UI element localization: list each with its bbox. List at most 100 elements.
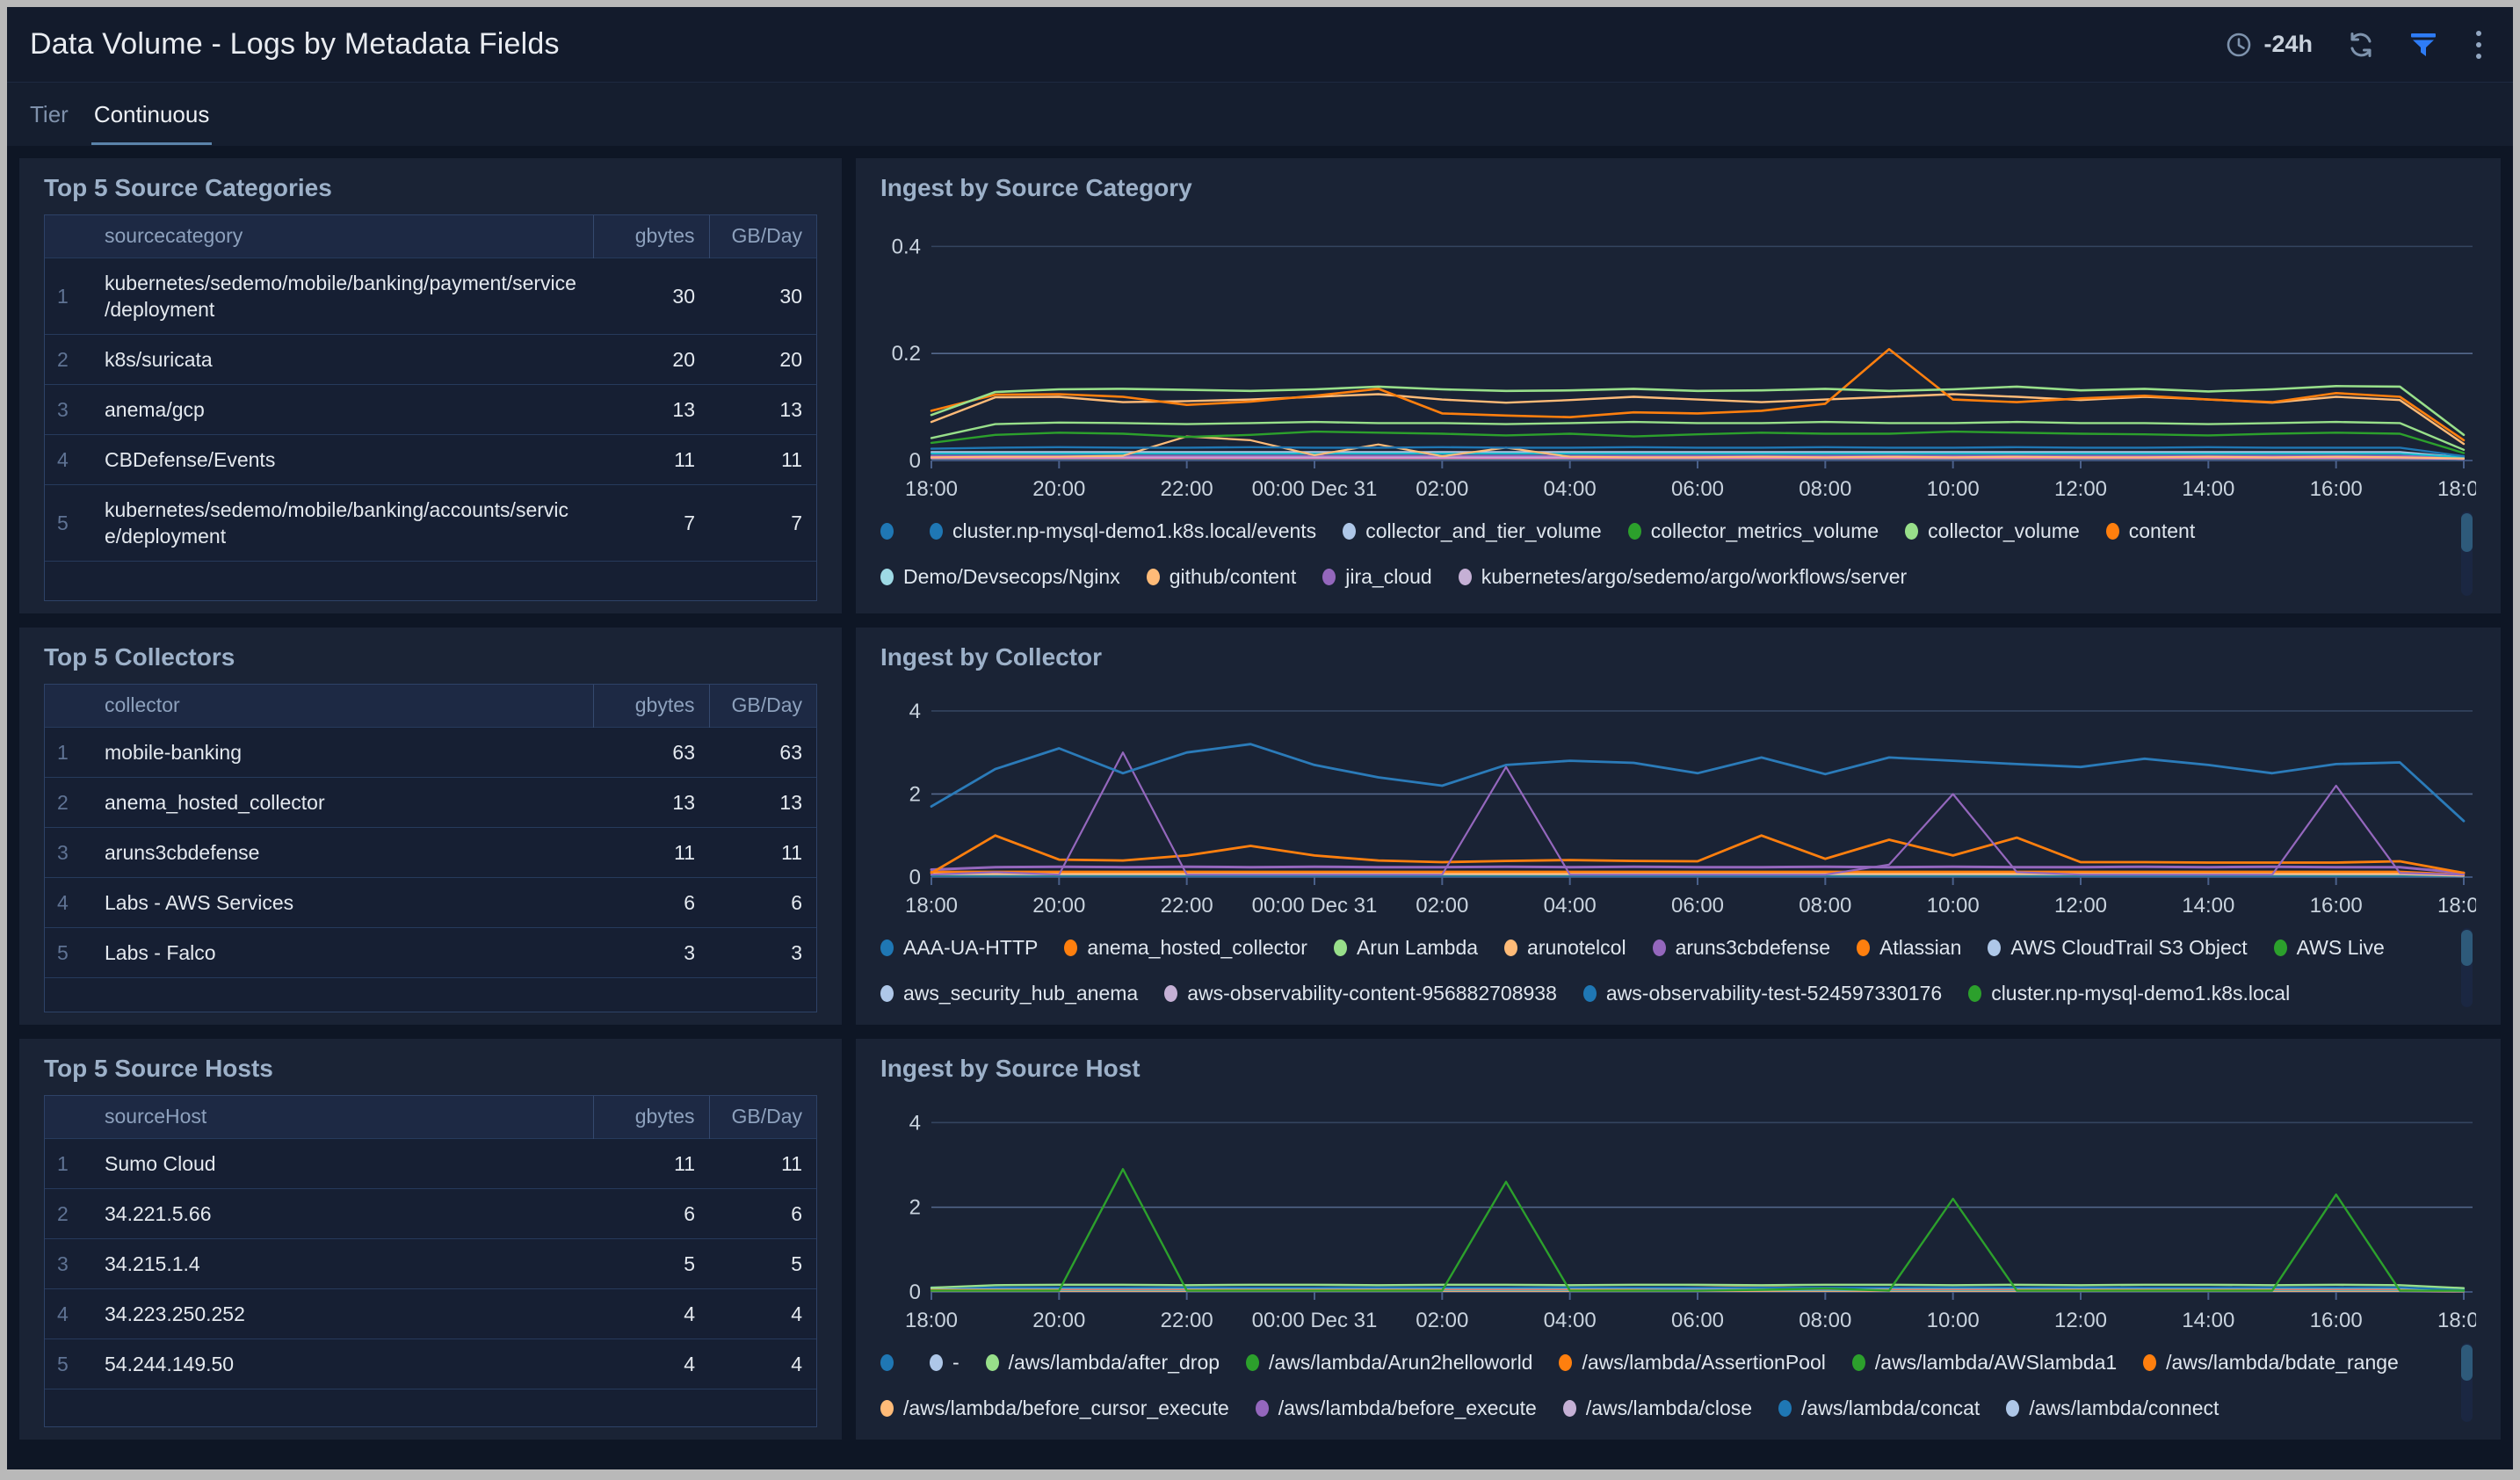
legend-label: aws-observability-test-524597330176 <box>1605 981 1943 1005</box>
legend-item[interactable] <box>880 508 903 554</box>
row-name: mobile-banking <box>91 726 593 777</box>
row-value: 3 <box>593 926 709 977</box>
table-row[interactable]: 3 34.215.1.4 5 5 <box>45 1237 816 1288</box>
table-row[interactable]: 5 kubernetes/sedemo/mobile/banking/accoun… <box>45 483 816 561</box>
legend-item[interactable]: kubernetes/argo/sedemo/argo/workflows/se… <box>1458 554 1907 599</box>
legend-item[interactable]: cluster.np-mysql-demo1.k8s.local <box>1968 970 2290 1012</box>
table-row[interactable]: 1 Sumo Cloud 11 11 <box>45 1137 816 1188</box>
table-row[interactable]: 1 mobile-banking 63 63 <box>45 726 816 777</box>
table-row[interactable]: 4 CBDefense/Events 11 11 <box>45 433 816 484</box>
row-name: anema/gcp <box>91 383 593 434</box>
filter-button[interactable] <box>2409 32 2437 58</box>
table-row[interactable]: 1 kubernetes/sedemo/mobile/banking/paymen… <box>45 257 816 334</box>
table-row[interactable]: 2 34.221.5.66 6 6 <box>45 1187 816 1238</box>
source-category-chart[interactable]: 18:00 20:00 22:00 00:00 Dec 31 02:00 04:00 06:… <box>880 214 2476 504</box>
legend-item[interactable]: collector_and_tier_volume <box>1343 508 1602 554</box>
more-options-button[interactable] <box>2471 27 2487 62</box>
legend-label: /aws/lambda/bdate_range <box>2166 1350 2399 1374</box>
column-header[interactable]: gbytes <box>592 215 709 258</box>
legend-scrollbar[interactable] <box>2461 1343 2473 1422</box>
legend-item[interactable]: /aws/lambda/close <box>1562 1385 1752 1427</box>
svg-text:2: 2 <box>909 1196 921 1220</box>
panel-ingest-by-collector: Ingest by Collector 18:00 20:00 22:00 00:00… <box>856 628 2501 1025</box>
legend-item[interactable]: /aws/lambda/before_execute <box>1255 1385 1537 1427</box>
refresh-icon <box>2350 32 2372 57</box>
legend-item[interactable]: AWS CloudTrail S3 Object <box>1988 925 2248 970</box>
table-row[interactable]: 5 54.244.149.50 4 4 <box>45 1338 816 1389</box>
tab-tier[interactable]: Tier <box>30 101 69 128</box>
column-header[interactable]: gbytes <box>592 1096 709 1138</box>
column-header[interactable] <box>45 1096 91 1138</box>
column-header[interactable]: sourceHost <box>91 1096 593 1138</box>
source-host-chart[interactable]: 18:00 20:00 22:00 00:00 Dec 31 02:00 04:00 06:… <box>880 1095 2476 1336</box>
legend-item[interactable]: /aws/lambda/concat <box>1778 1385 1980 1427</box>
row-name: Labs - Falco <box>91 926 593 977</box>
legend-item[interactable]: /aws/lambda/AWSlambda1 <box>1851 1339 2117 1385</box>
legend-item[interactable]: /aws/lambda/AssertionPool <box>1559 1339 1826 1385</box>
legend-item[interactable]: aws_security_hub_anema <box>880 970 1138 1012</box>
collector-chart[interactable]: 18:00 20:00 22:00 00:00 Dec 31 02:00 04:00 06:… <box>880 684 2476 921</box>
row-value: 13 <box>709 383 816 434</box>
legend-item[interactable]: AAA-UA-HTTP <box>880 925 1038 970</box>
legend-item[interactable]: - <box>930 1339 959 1385</box>
tab-continuous[interactable]: Continuous <box>91 101 213 145</box>
legend-item[interactable]: Atlassian <box>1857 925 1961 970</box>
legend-scrollbar-thumb[interactable] <box>2461 1345 2473 1382</box>
legend-item[interactable]: github/content <box>1146 554 1296 599</box>
legend-scrollbar[interactable] <box>2461 511 2473 596</box>
legend-item[interactable]: kubernetes/sedemo/mobile/banking/account… <box>1466 599 2075 601</box>
table-row[interactable]: 2 anema_hosted_collector 13 13 <box>45 776 816 827</box>
legend-item[interactable]: /aws/lambda/before_cursor_execute <box>880 1385 1229 1427</box>
legend-item[interactable]: AWS Live <box>2273 925 2385 970</box>
legend-item[interactable]: kubernetes/argo/sedemo/argo/workflows/wo… <box>880 599 1440 601</box>
legend-item[interactable]: aws-observability-test-524597330176 <box>1582 970 1943 1012</box>
legend-item[interactable]: aruns3cbdefense <box>1652 925 1830 970</box>
row-value: 4 <box>709 1288 816 1339</box>
column-header[interactable] <box>45 685 91 727</box>
legend-item[interactable] <box>880 1339 903 1385</box>
legend-color-dot <box>1562 1399 1576 1417</box>
legend-item[interactable]: aws-observability-content-956882708938 <box>1164 970 1557 1012</box>
column-header[interactable] <box>45 215 91 258</box>
column-header[interactable]: gbytes <box>592 685 709 727</box>
legend-item[interactable]: collector_metrics_volume <box>1627 508 1879 554</box>
legend-item[interactable]: jira_cloud <box>1322 554 1432 599</box>
column-header[interactable]: sourcecategory <box>91 215 593 258</box>
legend-item[interactable]: Arun Lambda <box>1333 925 1478 970</box>
table-row[interactable]: 2 k8s/suricata 20 20 <box>45 333 816 384</box>
legend-color-dot <box>1652 939 1666 956</box>
column-header[interactable]: GB/Day <box>708 215 816 258</box>
legend-item[interactable]: /aws/lambda/connect <box>2006 1385 2219 1427</box>
table-empty-area <box>45 560 816 600</box>
legend-item[interactable]: anema_hosted_collector <box>1064 925 1307 970</box>
legend-item[interactable]: arunotelcol <box>1504 925 1626 970</box>
legend-item[interactable]: /aws/lambda/after_drop <box>985 1339 1220 1385</box>
legend-item[interactable]: cluster.np-mysql-demo1.k8s.local/events <box>930 508 1316 554</box>
legend-label: content <box>2128 519 2196 542</box>
legend-item[interactable]: collector_volume <box>1905 508 2080 554</box>
legend-item[interactable]: Demo/Devsecops/Nginx <box>880 554 1120 599</box>
column-header[interactable]: GB/Day <box>708 685 816 727</box>
refresh-button[interactable] <box>2346 30 2376 60</box>
svg-text:0.2: 0.2 <box>892 342 921 366</box>
legend-color-dot <box>2143 1353 2157 1371</box>
table-row[interactable]: 4 Labs - AWS Services 6 6 <box>45 876 816 927</box>
row-rank: 2 <box>45 1187 91 1238</box>
svg-text:18:00: 18:00 <box>905 477 958 501</box>
legend-item[interactable]: /aws/lambda/bdate_range <box>2143 1339 2399 1385</box>
table-row[interactable]: 4 34.223.250.252 4 4 <box>45 1288 816 1339</box>
table-row[interactable]: 5 Labs - Falco 3 3 <box>45 926 816 977</box>
table-row[interactable]: 3 aruns3cbdefense 11 11 <box>45 826 816 877</box>
legend-scrollbar[interactable] <box>2461 928 2473 1007</box>
legend-item[interactable]: /aws/lambda/Arun2helloworld <box>1246 1339 1532 1385</box>
legend-scrollbar-thumb[interactable] <box>2461 930 2473 967</box>
legend-scrollbar-thumb[interactable] <box>2461 513 2473 553</box>
column-header[interactable]: collector <box>91 685 593 727</box>
row-name: kubernetes/sedemo/mobile/banking/payment… <box>91 257 593 334</box>
legend-item[interactable]: content <box>2105 508 2196 554</box>
time-range-control[interactable]: -24h <box>2225 31 2313 59</box>
column-header[interactable]: GB/Day <box>708 1096 816 1138</box>
table-empty-area <box>45 976 816 1012</box>
row-rank: 3 <box>45 383 91 434</box>
table-row[interactable]: 3 anema/gcp 13 13 <box>45 383 816 434</box>
